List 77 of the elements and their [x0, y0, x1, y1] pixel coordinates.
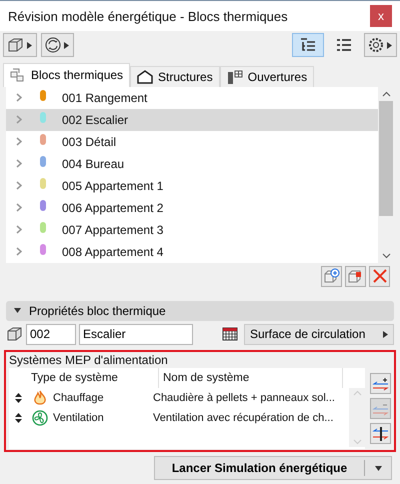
- block-label: 007 Appartement 3: [62, 222, 164, 237]
- close-icon: [372, 269, 386, 284]
- settings-button[interactable]: [364, 33, 397, 58]
- cube-icon: [347, 268, 364, 284]
- fan-icon: [32, 410, 48, 426]
- tree-view-icon: [300, 38, 316, 52]
- block-label: 006 Appartement 2: [62, 200, 164, 215]
- grid-icon: [222, 327, 238, 342]
- block-label: 001 Rangement: [62, 90, 148, 105]
- close-button[interactable]: x: [370, 5, 392, 28]
- section-header[interactable]: Propriétés bloc thermique: [6, 300, 394, 321]
- caret-right-icon: [63, 42, 70, 49]
- table-cell-text: Chauffage: [53, 392, 105, 404]
- tab[interactable]: Blocs thermiques: [3, 62, 130, 87]
- table-cell: Chaudière à pellets + panneaux sol...: [153, 392, 335, 404]
- column-header[interactable]: Type de système: [27, 368, 159, 388]
- refresh-icon: [45, 37, 61, 54]
- remove-arrows-icon: [372, 402, 389, 416]
- block-label: 005 Appartement 1: [62, 178, 164, 193]
- chevron-icon[interactable]: [16, 203, 22, 212]
- add-block-button[interactable]: [321, 266, 342, 287]
- window-title: Révision modèle énergétique - Blocs thermiques: [8, 8, 288, 24]
- list-row[interactable]: 004 Bureau: [6, 152, 378, 175]
- caret-down-icon: [374, 464, 382, 472]
- surface-dropdown[interactable]: Surface de circulation: [244, 324, 394, 345]
- blocks-icon: [10, 68, 26, 82]
- add-system-button[interactable]: [370, 373, 391, 394]
- block-label: 002 Escalier: [62, 112, 128, 127]
- column-header[interactable]: Nom de système: [159, 368, 343, 388]
- sort-icon[interactable]: [14, 393, 22, 404]
- chevron-icon[interactable]: [16, 93, 22, 102]
- sort-icon[interactable]: [14, 413, 22, 424]
- chevron-icon[interactable]: [16, 181, 22, 190]
- chevron-icon[interactable]: [16, 247, 22, 256]
- block-label: 004 Bureau: [62, 156, 124, 171]
- add-arrows-icon: [372, 376, 389, 391]
- caret-right-icon: [382, 330, 389, 338]
- house-icon: [137, 70, 154, 84]
- blocks-icon: [6, 326, 23, 342]
- block-label: 008 Appartement 4: [62, 244, 164, 259]
- chevron-icon[interactable]: [16, 225, 22, 234]
- view-mode-button[interactable]: [292, 33, 324, 58]
- caret-right-icon: [386, 42, 393, 49]
- panel-title: Systèmes MEP d'alimentation: [9, 353, 169, 368]
- delete-button[interactable]: [369, 266, 390, 287]
- number-field[interactable]: 002: [26, 324, 76, 345]
- box-icon: [7, 37, 24, 54]
- tab[interactable]: Ouvertures: [220, 66, 314, 87]
- table-cell: Ventilation avec récupération de ch...: [153, 412, 334, 424]
- cube-plus-icon: [323, 268, 340, 284]
- list-row[interactable]: 002 Escalier: [6, 108, 378, 131]
- block-label: 003 Détail: [62, 134, 116, 149]
- door-icon: [226, 70, 243, 84]
- chevron-icon[interactable]: [16, 159, 22, 168]
- refresh-button[interactable]: [41, 33, 74, 58]
- settings-icon: [368, 37, 384, 54]
- caret-down-icon: [14, 307, 21, 314]
- split-system-button[interactable]: [370, 423, 391, 444]
- chevron-icon[interactable]: [16, 115, 22, 124]
- list-row[interactable]: 006 Appartement 2: [6, 196, 378, 219]
- table-cell-text: Ventilation: [53, 412, 105, 424]
- flame-icon: [33, 390, 47, 406]
- name-field[interactable]: Escalier: [79, 324, 193, 345]
- list-row[interactable]: 001 Rangement: [6, 86, 378, 109]
- model-view-button[interactable]: [3, 33, 37, 58]
- block-button[interactable]: [345, 266, 366, 287]
- list-row[interactable]: 008 Appartement 4: [6, 240, 378, 263]
- list-row[interactable]: 007 Appartement 3: [6, 218, 378, 241]
- list-row[interactable]: 003 Détail: [6, 130, 378, 153]
- tab[interactable]: Structures: [130, 66, 220, 87]
- chevron-icon[interactable]: [16, 137, 22, 146]
- scrollbar[interactable]: [378, 86, 394, 263]
- list-row[interactable]: 005 Appartement 1: [6, 174, 378, 197]
- run-simulation-button[interactable]: Lancer Simulation énergétique: [154, 456, 392, 480]
- list-view-icon: [336, 38, 352, 52]
- caret-right-icon: [26, 42, 33, 49]
- split-arrows-icon: [372, 426, 389, 442]
